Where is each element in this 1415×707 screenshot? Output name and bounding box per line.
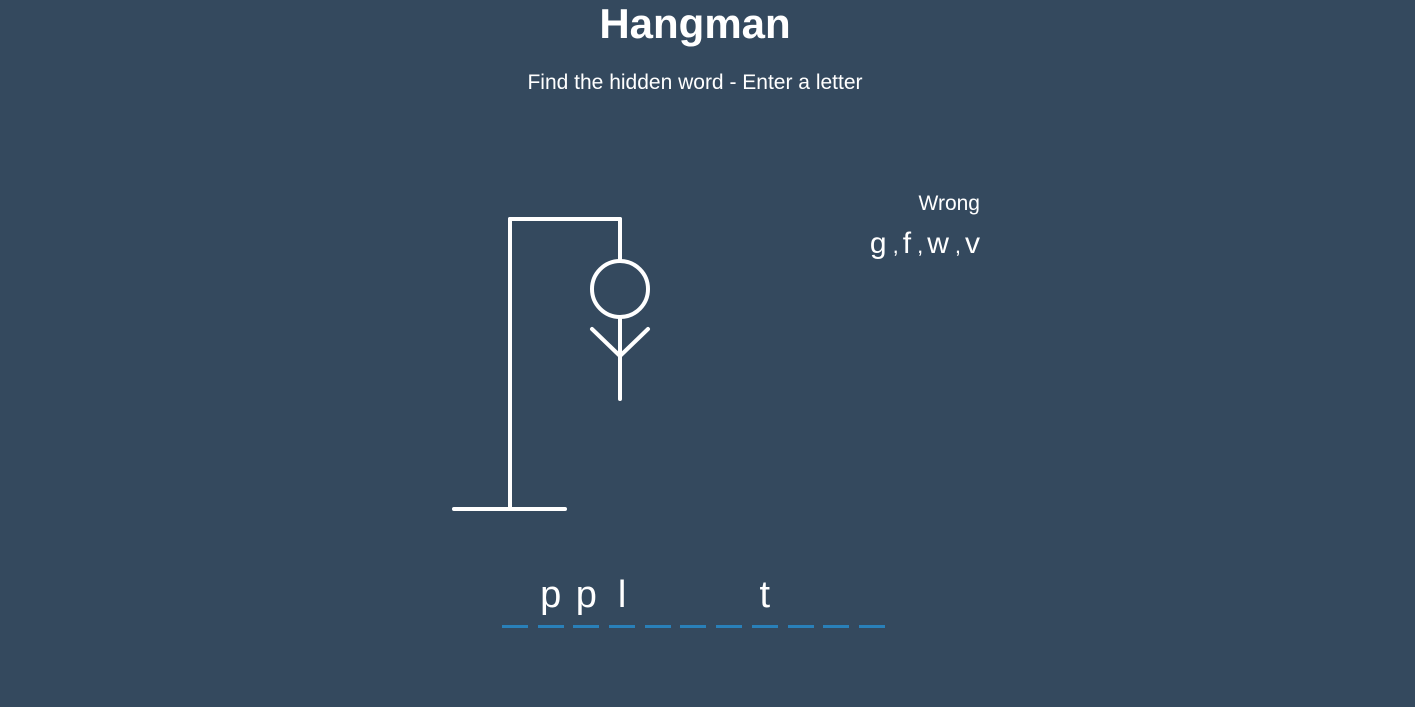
wrong-letter: g xyxy=(869,227,887,260)
hidden-word: p p l t xyxy=(502,572,885,628)
hangman-left-arm xyxy=(590,327,622,358)
letter-slot xyxy=(787,572,814,628)
wrong-letter-separator: , xyxy=(954,233,961,258)
wrong-label: Wrong xyxy=(918,192,980,215)
letter-slot xyxy=(680,572,707,628)
wrong-letters-list: g,f,w,v xyxy=(780,228,980,262)
wrong-letter-separator: , xyxy=(917,233,924,258)
wrong-letter: v xyxy=(965,227,980,260)
game-title: Hangman xyxy=(599,0,791,47)
letter-slot xyxy=(644,572,671,628)
hangman-head xyxy=(590,259,650,319)
wrong-letter: w xyxy=(927,227,949,260)
letter-slot xyxy=(858,572,885,628)
wrong-letter: f xyxy=(902,227,912,260)
letter-slot: p xyxy=(537,572,564,628)
letter-slot: p xyxy=(573,572,600,628)
wrong-letter-separator: , xyxy=(892,233,899,258)
letter-slot: t xyxy=(751,572,778,628)
hangman-drawing xyxy=(452,217,650,511)
letter-slot xyxy=(716,572,743,628)
hangman-right-arm xyxy=(618,327,650,358)
hangman-figure xyxy=(440,200,680,520)
letter-slot xyxy=(502,572,528,628)
letter-slot: l xyxy=(609,572,636,628)
letter-slot xyxy=(823,572,850,628)
wrong-letters-panel: Wrong g,f,w,v xyxy=(780,190,980,262)
game-instructions: Find the hidden word - Enter a letter xyxy=(527,71,863,94)
